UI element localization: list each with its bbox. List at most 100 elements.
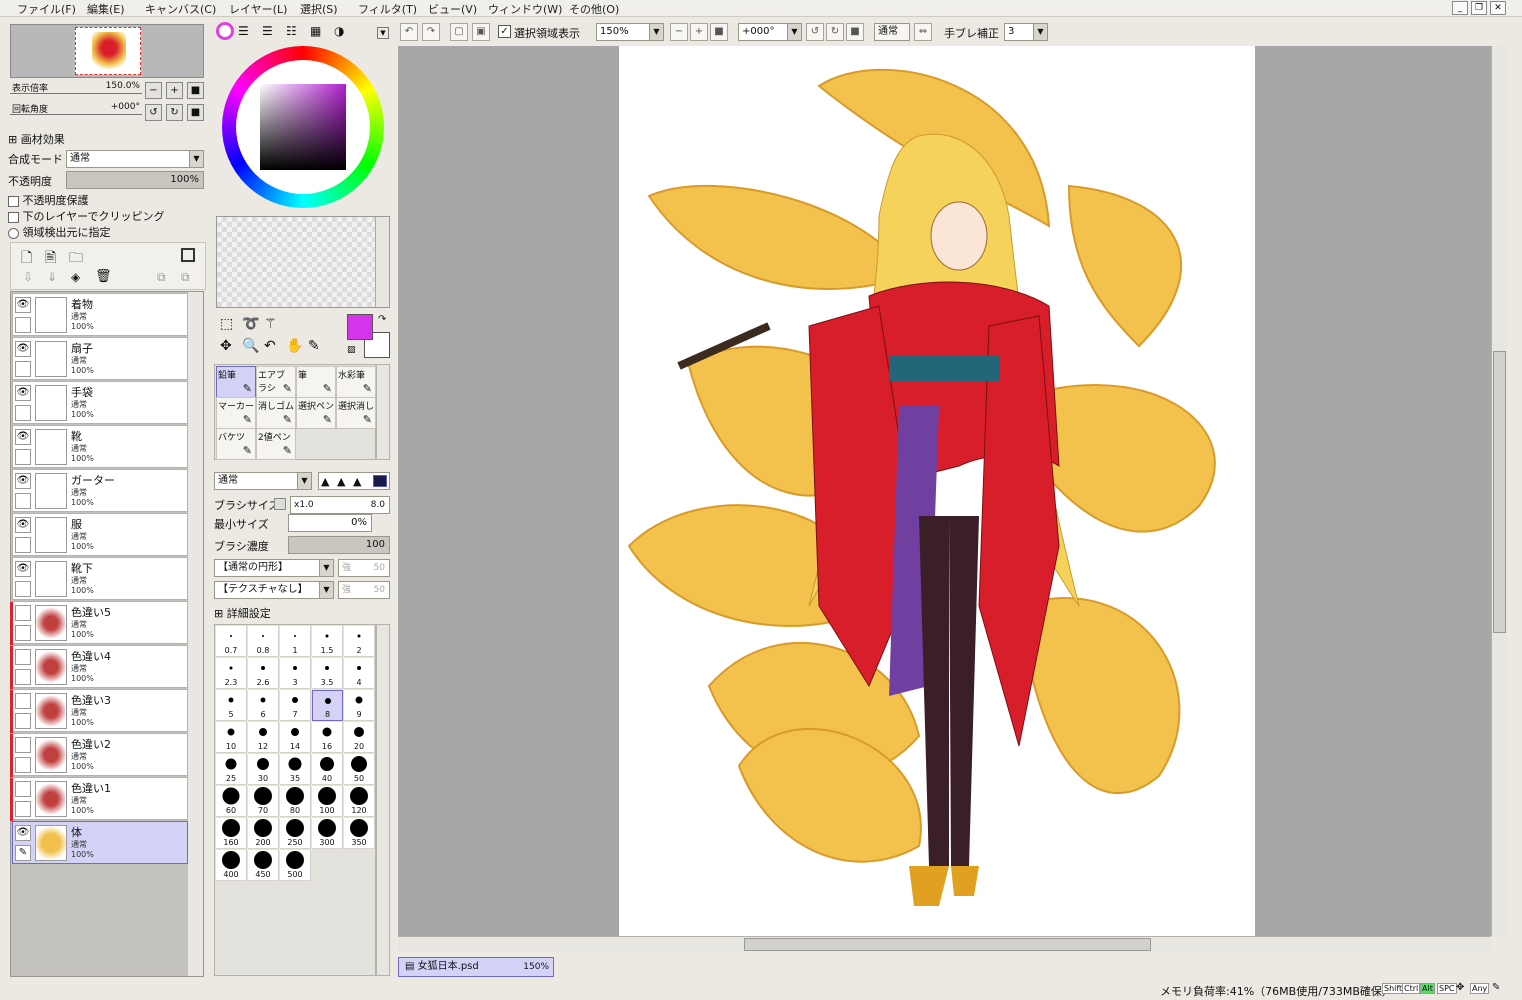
lock-checkbox[interactable] [15,625,31,641]
tool-9[interactable]: 2値ペン ✎ [256,428,296,460]
brush-size-cell[interactable]: 4 [344,658,375,689]
layer-row[interactable]: 👁 靴通常 100% [12,425,188,468]
protect-opacity-option[interactable]: 不透明度保護 [8,192,89,208]
layer-row[interactable]: 👁 服通常 100% [12,513,188,556]
navigator-viewport[interactable] [75,27,141,75]
layer-row[interactable]: 色違い2 通常 100% [10,733,188,777]
texture-strength[interactable]: 強 50 [338,581,390,599]
hsv-slider-tab-icon[interactable]: ☰ [262,24,273,38]
brush-size-cell[interactable]: 12 [248,722,279,753]
swatch-tab-icon[interactable]: ▦ [310,24,321,38]
brush-size-cell[interactable]: 500 [280,850,311,881]
tool-4[interactable]: マーカー ✎ [216,397,256,429]
lock-checkbox[interactable] [15,537,31,553]
brush-size-cell[interactable]: 14 [280,722,311,753]
visibility-eye-icon[interactable]: 👁 [15,561,31,577]
lock-checkbox[interactable] [15,317,31,333]
brush-size-cell[interactable]: 70 [248,786,279,817]
menu-edit[interactable]: 編集(E) [87,1,125,17]
brush-size-cell[interactable]: 5 [216,690,247,721]
lock-checkbox[interactable] [15,801,31,817]
tool-6[interactable]: 選択ペン ✎ [296,397,336,429]
layer-blend-select[interactable]: 通常 ▼ [66,150,204,168]
edge-hard-icon[interactable]: ▲ [353,475,361,488]
lock-checkbox[interactable] [15,713,31,729]
rotate-reset-icon[interactable]: ■ [846,23,864,41]
protect-opacity-checkbox[interactable] [8,195,19,207]
brush-size-cell[interactable]: 35 [280,754,311,785]
swap-colors-icon[interactable]: ↷ [378,314,386,325]
brush-size-cell[interactable]: 80 [280,786,311,817]
vertical-scrollbar[interactable] [1491,46,1507,936]
min-size-slider[interactable]: 0% [288,514,372,532]
opacity-slider[interactable]: 100% [66,171,204,189]
scratch-pad[interactable] [216,216,390,308]
layer-row[interactable]: 色違い1 通常 100% [10,777,188,821]
transfer-down-icon[interactable]: ⇩ [23,270,33,284]
brush-size-cell[interactable]: 60 [216,786,247,817]
brush-density-slider[interactable]: 100 [288,536,390,554]
brush-size-lock[interactable] [274,498,286,510]
rect-select-icon[interactable]: ⬚ [220,316,233,332]
close-icon[interactable]: ✕ [1490,1,1506,15]
layer-row[interactable]: 色違い4 通常 100% [10,645,188,689]
brush-size-cell[interactable]: 2.3 [216,658,247,689]
color-wheel[interactable] [222,46,384,208]
layer-row[interactable]: 👁 手袋 通常 100% [12,381,188,424]
zoom-out-icon[interactable]: − [670,23,688,41]
brush-size-cell[interactable]: 6 [248,690,279,721]
brush-size-scrollbar[interactable] [376,624,390,976]
tool-2[interactable]: 筆 ✎ [296,366,336,398]
brush-size-cell[interactable]: 2 [344,626,375,657]
visibility-eye-icon[interactable]: 👁 [15,341,31,357]
brush-size-cell[interactable]: 0.7 [216,626,247,657]
panel-collapse-icon[interactable]: ▼ [377,27,389,39]
clear-layer-icon[interactable]: ◈ [71,270,80,284]
visibility-eye-icon[interactable]: 👁 [15,429,31,445]
zoom-select[interactable]: 150% ▼ [596,23,664,41]
lasso-icon[interactable]: ➰ [242,316,259,332]
layer-scrollbar[interactable] [188,292,203,976]
brush-size-cell[interactable]: 50 [344,754,375,785]
layer-row[interactable]: 👁 着物 通常 100% [12,293,188,336]
edge-soft-icon[interactable]: ▲ [321,475,329,488]
lock-checkbox[interactable] [15,581,31,597]
brush-size-cell[interactable]: 8 [312,690,343,721]
brush-size-cell[interactable]: 400 [216,850,247,881]
restore-icon[interactable]: ❐ [1471,1,1487,15]
menu-window[interactable]: ウィンドウ(W) [488,1,562,17]
nav-rotate-left-icon[interactable]: ↺ [145,104,162,121]
zoom-in-icon[interactable]: + [690,23,708,41]
visibility-eye-icon[interactable]: 👁 [15,473,31,489]
hand-icon[interactable]: ✋ [286,338,303,354]
tool-5[interactable]: 消しゴム ✎ [256,397,296,429]
angle-slider[interactable]: 回転角度 +000° [10,101,142,119]
flip-icon[interactable]: ⇔ [914,23,932,41]
canvas-page[interactable] [619,46,1255,936]
brush-size-cell[interactable]: 25 [216,754,247,785]
edit-pen-icon[interactable]: ✎ [15,845,31,861]
delete-layer-icon[interactable]: 🗑 [95,269,112,284]
detail-settings-header[interactable]: ⊞ 詳細設定 [214,605,271,621]
brush-size-cell[interactable]: 200 [248,818,279,849]
new-folder-icon[interactable]: 🗀 [69,247,83,271]
redo-icon[interactable]: ↷ [422,23,440,41]
brush-size-slider[interactable]: x1.0 8.0 [290,496,390,514]
brush-size-cell[interactable]: 0.8 [248,626,279,657]
layer-row[interactable]: 👁 扇子 通常 100% [12,337,188,380]
visibility-eye-icon[interactable]: 👁 [15,517,31,533]
visibility-eye-icon[interactable] [15,693,31,709]
eyedropper-icon[interactable]: ✎ [308,338,320,354]
zoom-slider[interactable]: 表示倍率 150.0% [10,80,142,98]
merge-visible-icon[interactable]: ⧉ [157,270,166,285]
brush-size-cell[interactable]: 3 [280,658,311,689]
tool-1[interactable]: エアブラシ ✎ [256,366,296,398]
layer-row[interactable]: 👁 ✎ 体通常 100% [12,821,188,864]
visibility-eye-icon[interactable] [15,649,31,665]
nav-rotate-reset-icon[interactable]: ■ [187,104,204,121]
visibility-eye-icon[interactable] [15,737,31,753]
brush-size-cell[interactable]: 1 [280,626,311,657]
lock-checkbox[interactable] [15,405,31,421]
lock-checkbox[interactable] [15,493,31,509]
visibility-eye-icon[interactable] [15,605,31,621]
